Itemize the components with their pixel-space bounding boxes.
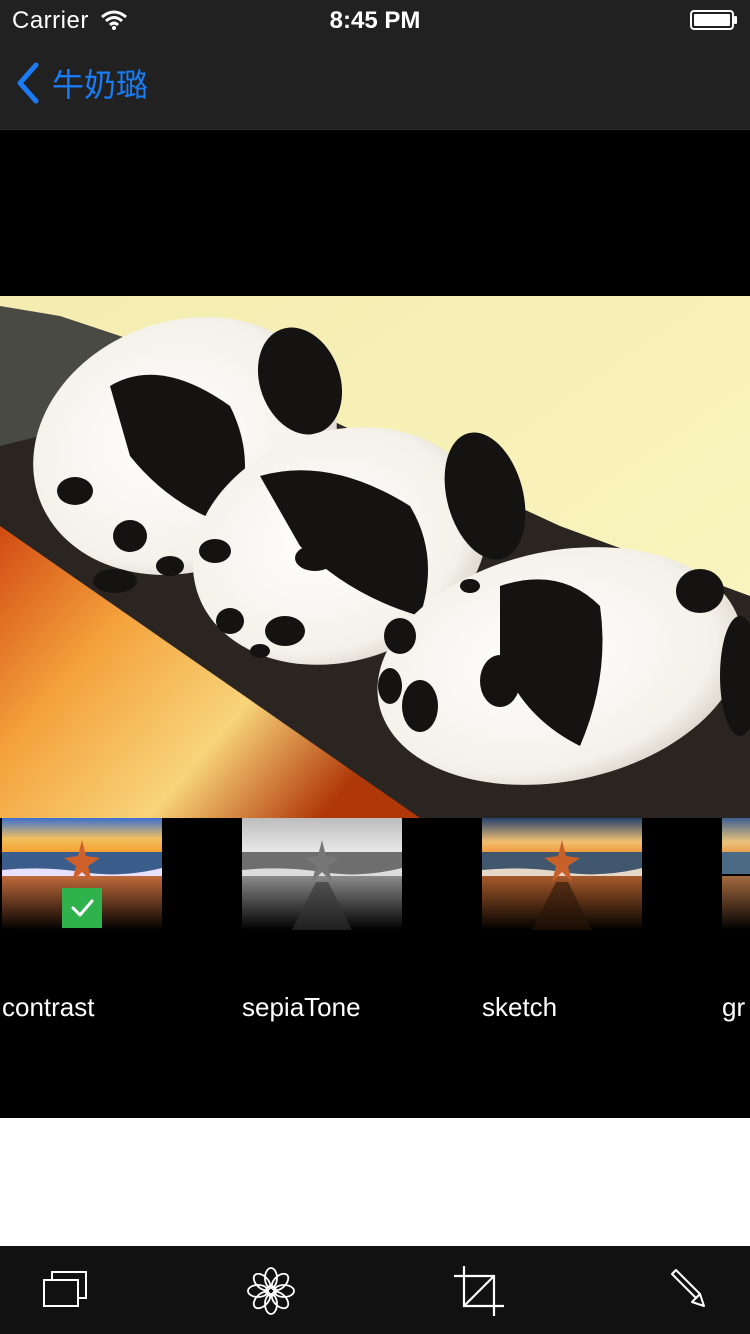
filter-label: contrast <box>2 992 95 1022</box>
layers-icon[interactable] <box>40 1266 90 1316</box>
filter-thumbnail <box>482 818 642 930</box>
filter-thumbnail <box>722 818 750 930</box>
back-button[interactable]: 牛奶璐 <box>14 60 148 106</box>
status-time: 8:45 PM <box>329 7 421 34</box>
flower-filter-icon[interactable] <box>246 1266 296 1316</box>
status-bar: Carrier 8:45 PM <box>0 0 750 40</box>
filter-item-gr[interactable]: gr <box>720 818 750 1048</box>
pencil-icon[interactable] <box>664 1266 714 1316</box>
filter-item-sepiatone[interactable]: sepiaTone <box>240 818 402 1048</box>
edited-photo <box>0 296 750 818</box>
filter-label: sketch <box>482 992 558 1022</box>
filter-item-contrast[interactable]: contrast <box>0 818 162 1048</box>
battery-icon <box>690 10 738 30</box>
filter-item-sketch[interactable]: sketch <box>480 818 642 1048</box>
filter-label: sepiaTone <box>242 992 361 1022</box>
filter-thumbnail <box>242 818 402 930</box>
chevron-left-icon <box>14 61 42 105</box>
back-label: 牛奶璐 <box>52 66 149 104</box>
selected-check-icon <box>62 888 102 928</box>
navigation-bar: 牛奶璐 <box>0 40 750 130</box>
filter-strip[interactable]: contrast sepiaTone sketch gr <box>0 818 750 1118</box>
crop-icon[interactable] <box>454 1266 504 1316</box>
blank-area <box>0 1118 750 1246</box>
filter-label: gr <box>722 992 746 1022</box>
bottom-toolbar <box>0 1246 750 1334</box>
